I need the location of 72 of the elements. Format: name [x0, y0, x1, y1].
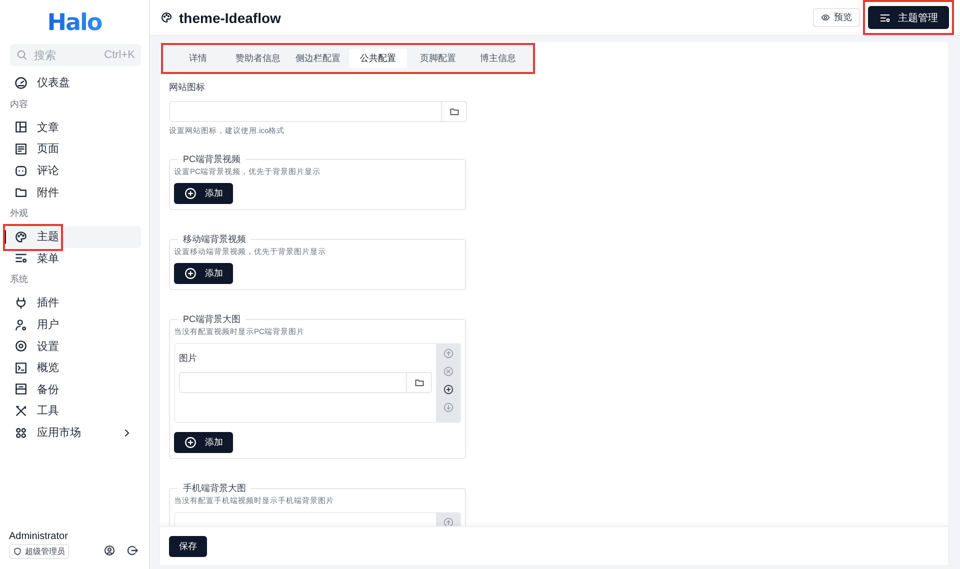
nav-item[interactable]: 菜单 [6, 248, 141, 270]
theme-manage-button[interactable]: 主题管理 [868, 6, 949, 29]
nav-item[interactable]: 评论 [6, 160, 141, 182]
eye-icon [821, 13, 830, 22]
columns-icon [14, 120, 28, 134]
folder-icon [414, 377, 424, 388]
plug-icon [14, 296, 28, 310]
tools-icon [14, 404, 28, 418]
file-input[interactable] [179, 372, 432, 393]
preview-button[interactable]: 预览 [813, 8, 860, 27]
logout-button[interactable] [126, 544, 139, 557]
nav-item[interactable]: 文章 [6, 116, 141, 138]
comment-icon [14, 164, 28, 178]
tab[interactable]: 侧边栏配置 [289, 49, 347, 68]
plus-circle-icon [184, 436, 197, 449]
nav-item[interactable]: 工具 [6, 400, 141, 422]
page-icon [14, 142, 28, 156]
nav-item[interactable]: 概览 [6, 356, 141, 379]
folder-icon [448, 106, 460, 117]
field-label: 图片 [179, 352, 198, 365]
page-title: theme-Ideaflow [179, 10, 281, 26]
section-heading: 系统 [9, 273, 29, 286]
plus-circle-icon [442, 384, 454, 395]
shortcut-hint: Ctrl+K [104, 49, 135, 61]
nav-item[interactable]: 附件 [6, 181, 141, 203]
logout-icon [126, 544, 139, 557]
nav-item[interactable]: 用户 [6, 314, 141, 336]
group-title: PC端背景大图 [182, 313, 242, 326]
shield-icon [13, 547, 22, 556]
menu-settings-icon [879, 12, 891, 24]
file-input[interactable] [169, 101, 467, 122]
arrow-up-circle-icon [442, 348, 454, 359]
save-button[interactable]: 保存 [169, 536, 207, 557]
search-icon [16, 49, 28, 61]
gear-icon [14, 339, 28, 354]
tab[interactable]: 详情 [169, 49, 227, 68]
close-circle-icon [442, 366, 454, 377]
gauge-icon [14, 76, 28, 90]
user-circle-icon [103, 544, 116, 557]
user-icon [14, 318, 28, 332]
tab[interactable]: 公共配置 [349, 49, 407, 68]
group-title: 手机端背景大图 [182, 482, 247, 495]
nav-item[interactable]: 应用市场 [6, 422, 141, 444]
add-button[interactable]: 添加 [174, 432, 233, 453]
add-button[interactable]: 添加 [174, 183, 233, 204]
user-name: Administrator [9, 531, 68, 542]
group-title: 移动端背景视频 [182, 233, 247, 246]
role-badge: 超级管理员 [9, 544, 69, 559]
terminal-icon [14, 360, 28, 375]
nav-item[interactable]: 页面 [6, 138, 141, 160]
nav-item[interactable]: 插件 [6, 292, 141, 314]
plus-circle-icon [184, 187, 197, 200]
nav-item[interactable]: 备份 [6, 378, 141, 400]
tab[interactable]: 博主信息 [469, 49, 527, 68]
field-label: 网站图标 [169, 81, 206, 94]
menu-settings-icon [14, 251, 28, 266]
section-heading: 外观 [9, 206, 29, 220]
nav-item[interactable]: 设置 [6, 335, 141, 357]
group-title: PC端背景视频 [182, 153, 242, 166]
archive-icon [14, 382, 28, 396]
section-heading: 内容 [9, 98, 29, 111]
nav-item[interactable]: 主题 [6, 226, 141, 248]
palette-icon [14, 230, 28, 244]
tab[interactable]: 赞助者信息 [229, 49, 287, 68]
tab[interactable]: 页脚配置 [409, 49, 467, 68]
nav-item[interactable]: 仪表盘 [6, 72, 141, 94]
plus-circle-icon [184, 267, 197, 280]
apps-icon [14, 426, 28, 440]
profile-button[interactable] [103, 544, 116, 557]
arrow-down-circle-icon [442, 402, 454, 413]
add-button[interactable]: 添加 [174, 263, 233, 284]
palette-icon [160, 11, 173, 24]
